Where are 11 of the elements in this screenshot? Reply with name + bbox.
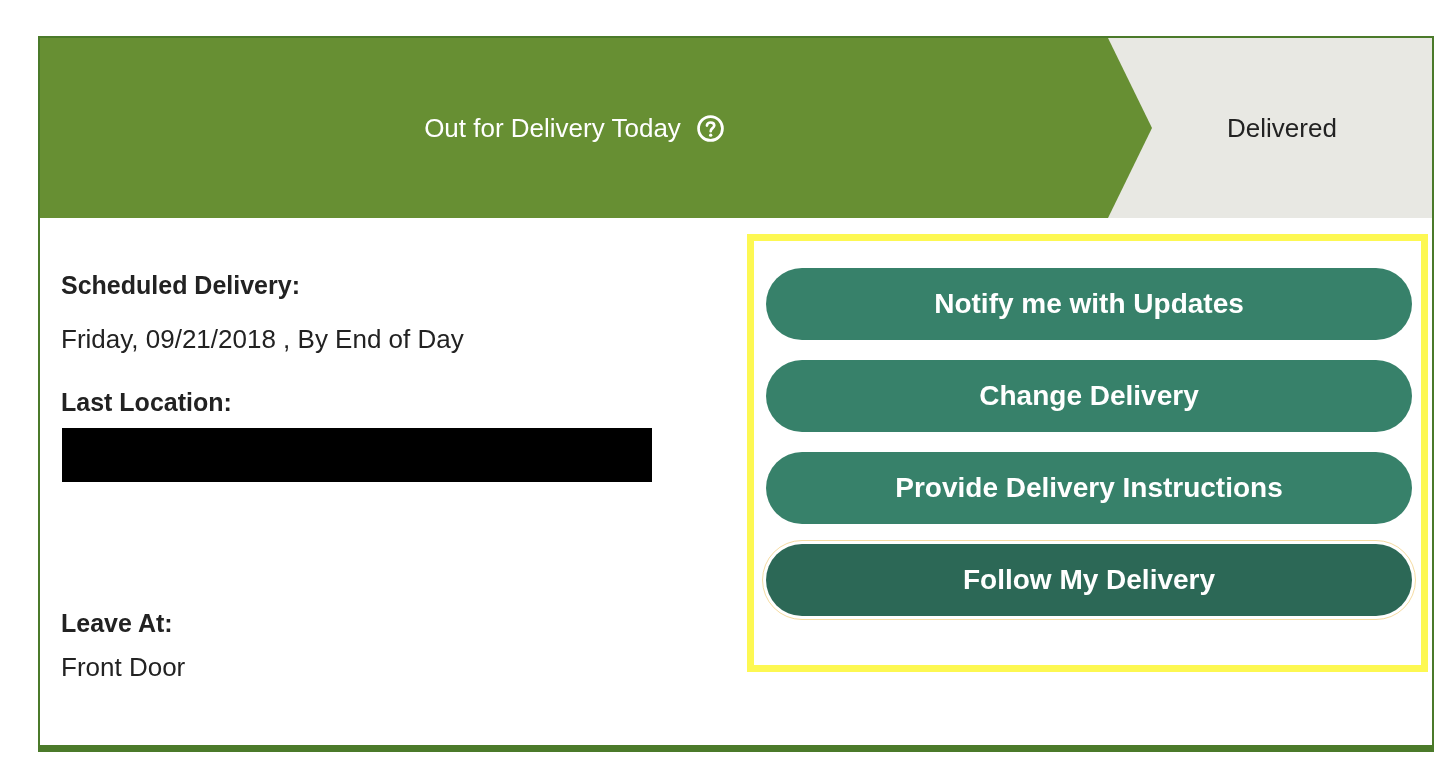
help-icon[interactable] bbox=[696, 114, 724, 142]
field-label: Scheduled Delivery: bbox=[61, 270, 300, 301]
step-label: Delivered bbox=[1227, 111, 1337, 145]
action-button[interactable]: Change Delivery bbox=[766, 360, 1412, 432]
action-button[interactable]: Notify me with Updates bbox=[766, 268, 1412, 340]
step-label: Out for Delivery Today bbox=[424, 111, 681, 145]
action-button[interactable]: Provide Delivery Instructions bbox=[766, 452, 1412, 524]
field-value: Friday, 09/21/2018 , By End of Day bbox=[61, 323, 464, 356]
field-label: Last Location: bbox=[61, 387, 232, 418]
field-label: Leave At: bbox=[61, 608, 173, 639]
field-value: Front Door bbox=[61, 651, 186, 684]
